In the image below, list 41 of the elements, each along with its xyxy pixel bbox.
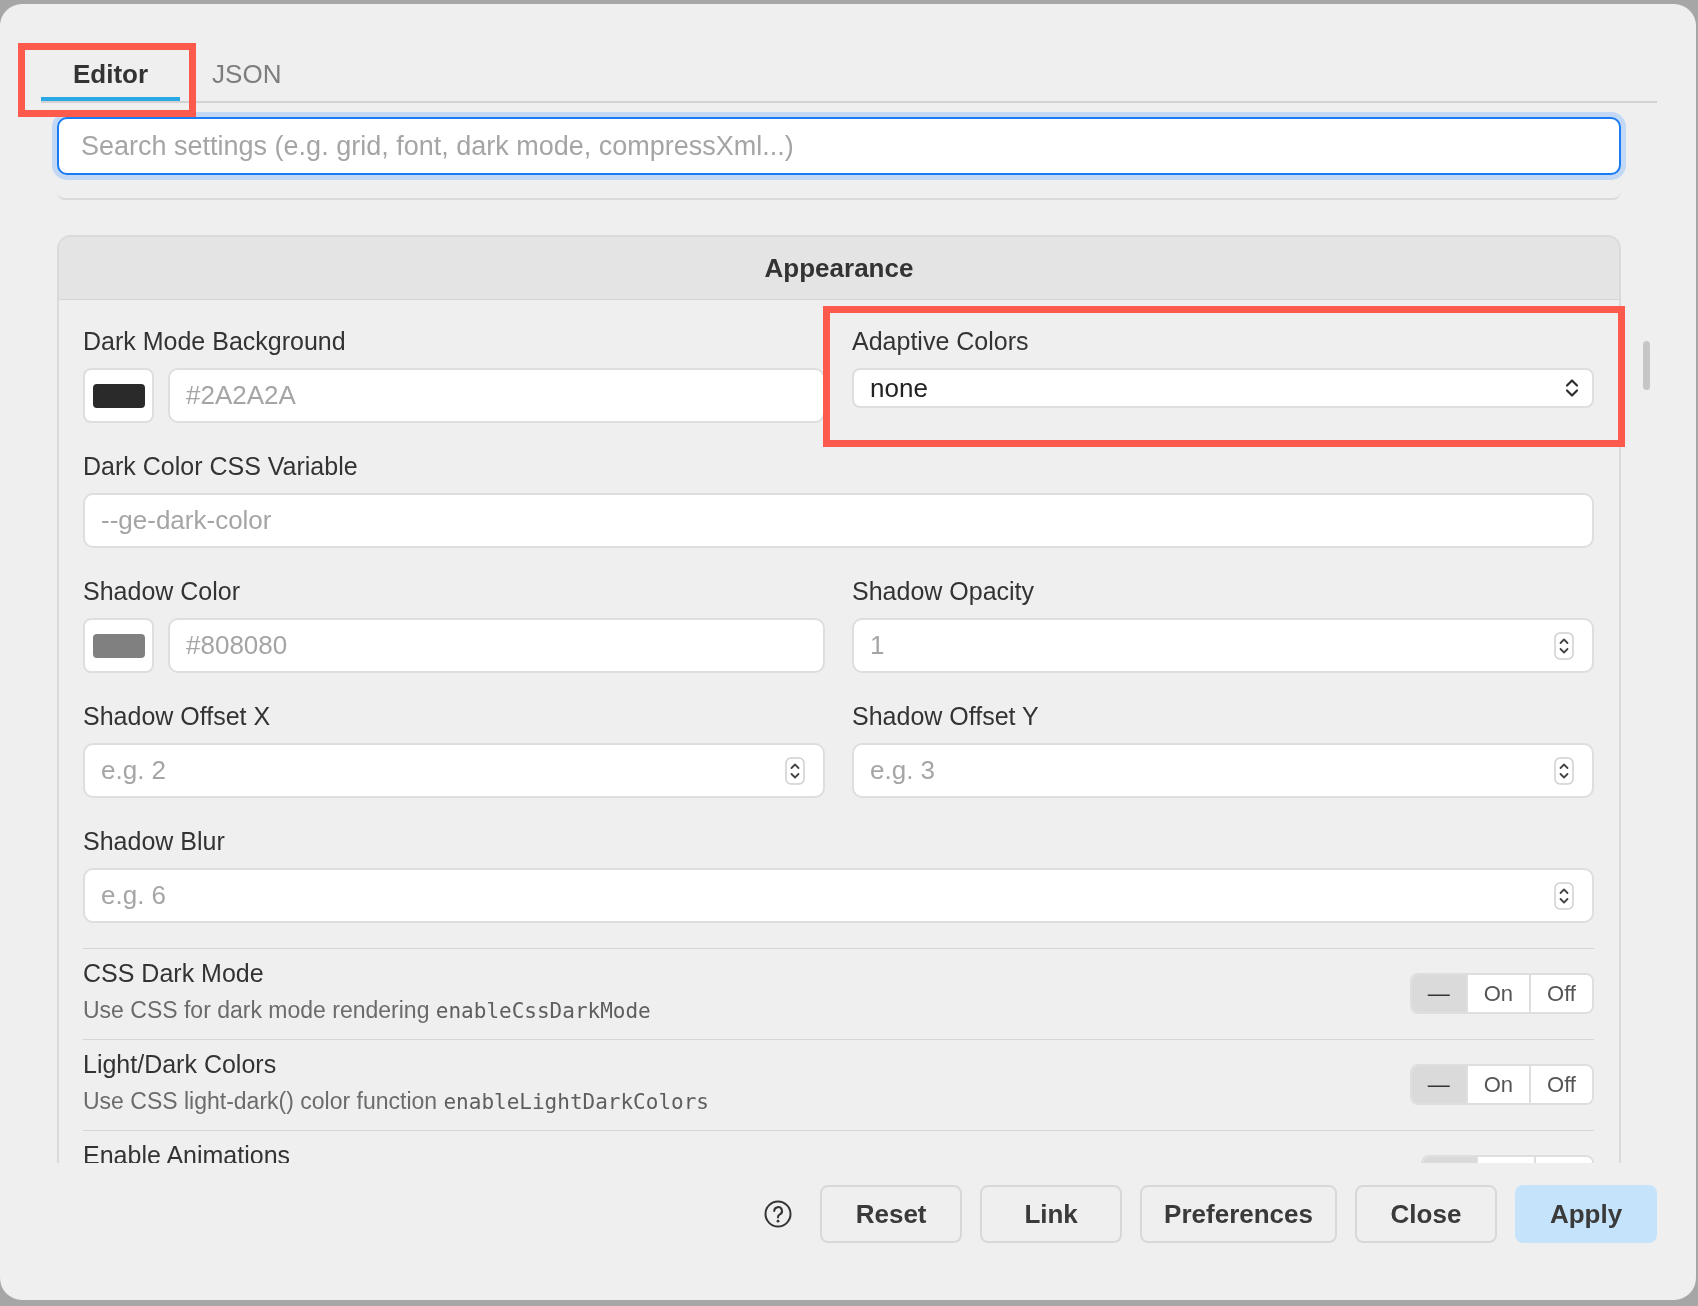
section-title: Appearance [764,252,914,284]
field-label: Adaptive Colors [852,327,1030,355]
tab[interactable]: Editor [41,50,181,101]
segment[interactable]: Off [1529,1066,1592,1103]
color-picker-button[interactable] [83,368,154,423]
field-label: Shadow Color [83,577,242,605]
dialog-button[interactable]: Reset [820,1185,963,1243]
help-icon[interactable] [764,1200,793,1228]
dialog-button[interactable]: Close [1355,1185,1497,1243]
text-field[interactable]: #2A2A2A [168,368,825,423]
text-field[interactable]: #808080 [168,618,825,673]
dropdown[interactable]: none [852,368,1594,408]
field-label: Dark Color CSS Variable [83,452,359,480]
number-field[interactable]: e.g. 2 [83,743,825,798]
stepper-arrows-icon[interactable] [1554,882,1574,910]
setting-description: Use CSS for dark mode rendering enableCssDarkMode [83,996,651,1025]
apply-button[interactable]: Apply [1515,1185,1657,1243]
field-label: Shadow Offset X [83,702,272,730]
tab[interactable]: JSON [180,50,314,101]
text-field[interactable]: --ge-dark-color [83,493,1594,548]
field-label: Shadow Opacity [852,577,1036,605]
field-label: Shadow Blur [83,827,226,855]
segment[interactable]: — [1411,1066,1466,1103]
search-field[interactable]: Search settings (e.g. grid, font, dark mode, compressXml...) [57,117,1621,175]
color-picker-button[interactable] [83,618,154,673]
setting-title: Light/Dark Colors [83,1050,278,1078]
segment[interactable]: — [1411,975,1466,1012]
scrollbar-thumb[interactable] [1643,341,1650,390]
number-field[interactable]: e.g. 6 [83,868,1594,923]
number-field[interactable]: 1 [852,618,1594,673]
field-label: Shadow Offset Y [852,702,1040,730]
dialog-button[interactable]: Preferences [1140,1185,1337,1243]
stepper-arrows-icon[interactable] [785,757,805,785]
stepper-arrows-icon[interactable] [1554,757,1574,785]
field-label: Dark Mode Background [83,327,347,355]
setting-description: Use CSS light-dark() color function enableLightDarkColors [83,1087,709,1116]
stepper-arrows-icon[interactable] [1554,632,1574,660]
setting-title: CSS Dark Mode [83,959,265,987]
segment[interactable]: Off [1529,975,1592,1012]
dialog-button[interactable]: Link [980,1185,1123,1243]
number-field[interactable]: e.g. 3 [852,743,1594,798]
